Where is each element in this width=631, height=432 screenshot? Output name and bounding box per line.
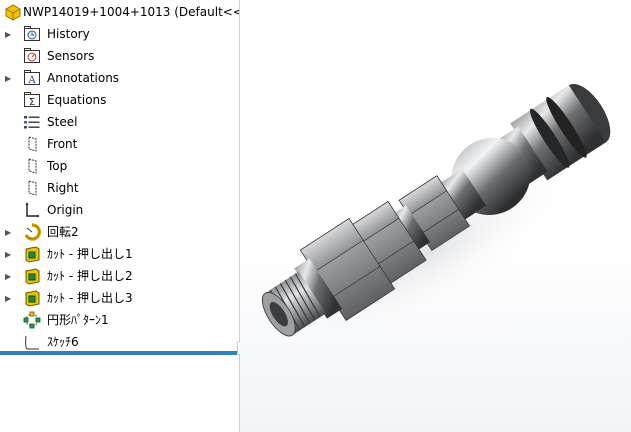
tree-item-label: ｶｯﾄ - 押し出し2 xyxy=(47,269,133,283)
part-3d-model[interactable] xyxy=(240,0,631,432)
plane-icon xyxy=(28,136,37,152)
feature-manager-tree: NWP14019+1004+1013 (Default<<Defau ▶ His… xyxy=(0,0,239,432)
graphics-viewport[interactable] xyxy=(240,0,631,432)
tree-item-plane-right[interactable]: Right xyxy=(0,177,239,199)
tree-item-cut-extrude-3[interactable]: ▶ ｶｯﾄ - 押し出し3 xyxy=(0,287,239,309)
tree-item-label: 円形ﾊﾟﾀｰﾝ1 xyxy=(47,313,109,327)
tree-item-label: Top xyxy=(47,159,68,173)
expand-arrow-icon[interactable]: ▶ xyxy=(5,228,13,237)
tree-item-sketch[interactable]: ｽｹｯﾁ6 xyxy=(0,331,239,353)
tree-item-cut-extrude-1[interactable]: ▶ ｶｯﾄ - 押し出し1 xyxy=(0,243,239,265)
tree-item-label: ｶｯﾄ - 押し出し1 xyxy=(47,247,133,261)
expand-arrow-icon[interactable]: ▶ xyxy=(5,250,13,259)
equations-folder-icon: Σ xyxy=(24,92,40,108)
tree-item-label: ｽｹｯﾁ6 xyxy=(47,335,79,349)
history-folder-icon xyxy=(24,26,40,41)
origin-icon xyxy=(25,202,40,218)
part-icon xyxy=(5,4,21,21)
tree-item-label: Steel xyxy=(47,115,78,129)
tree-root-label: NWP14019+1004+1013 (Default<<Defau xyxy=(23,5,239,19)
svg-text:Σ: Σ xyxy=(29,97,35,108)
tree-root-part[interactable]: NWP14019+1004+1013 (Default<<Defau xyxy=(0,1,239,23)
annotations-folder-icon: A xyxy=(24,70,40,86)
expand-arrow-icon[interactable]: ▶ xyxy=(5,74,13,83)
tree-item-plane-top[interactable]: Top xyxy=(0,155,239,177)
tree-item-sensors[interactable]: Sensors xyxy=(0,45,239,67)
tree-item-label: Sensors xyxy=(47,49,95,63)
expand-arrow-icon[interactable]: ▶ xyxy=(5,294,13,303)
tree-item-material[interactable]: Steel xyxy=(0,111,239,133)
tree-item-label: ｶｯﾄ - 押し出し3 xyxy=(47,291,133,305)
sensor-folder-icon xyxy=(24,48,40,63)
plane-icon xyxy=(28,180,37,196)
tree-item-revolve[interactable]: ▶ 回転2 xyxy=(0,221,239,243)
rollback-bar[interactable] xyxy=(0,351,237,355)
plane-icon xyxy=(28,158,37,174)
revolve-feature-icon xyxy=(24,223,41,241)
tree-item-label: History xyxy=(47,27,90,41)
tree-item-label: Right xyxy=(47,181,79,195)
cut-extrude-icon xyxy=(25,246,40,263)
expand-arrow-icon[interactable]: ▶ xyxy=(5,30,13,39)
tree-item-circular-pattern[interactable]: 円形ﾊﾟﾀｰﾝ1 xyxy=(0,309,239,331)
tree-item-label: Equations xyxy=(47,93,107,107)
tree-item-plane-front[interactable]: Front xyxy=(0,133,239,155)
tree-item-annotations[interactable]: ▶ A Annotations xyxy=(0,67,239,89)
tree-item-cut-extrude-2[interactable]: ▶ ｶｯﾄ - 押し出し2 xyxy=(0,265,239,287)
svg-text:A: A xyxy=(27,75,36,86)
expand-arrow-icon[interactable]: ▶ xyxy=(5,272,13,281)
tree-item-label: 回転2 xyxy=(47,225,79,239)
tree-item-origin[interactable]: Origin xyxy=(0,199,239,221)
tree-item-equations[interactable]: Σ Equations xyxy=(0,89,239,111)
tree-item-history[interactable]: ▶ History xyxy=(0,23,239,45)
sketch-icon xyxy=(25,335,39,350)
circular-pattern-icon xyxy=(23,311,41,329)
cut-extrude-icon xyxy=(25,290,40,307)
tree-item-label: Origin xyxy=(47,203,84,217)
material-icon xyxy=(24,116,40,129)
tree-item-label: Annotations xyxy=(47,71,120,85)
tree-item-label: Front xyxy=(47,137,78,151)
cut-extrude-icon xyxy=(25,268,40,285)
